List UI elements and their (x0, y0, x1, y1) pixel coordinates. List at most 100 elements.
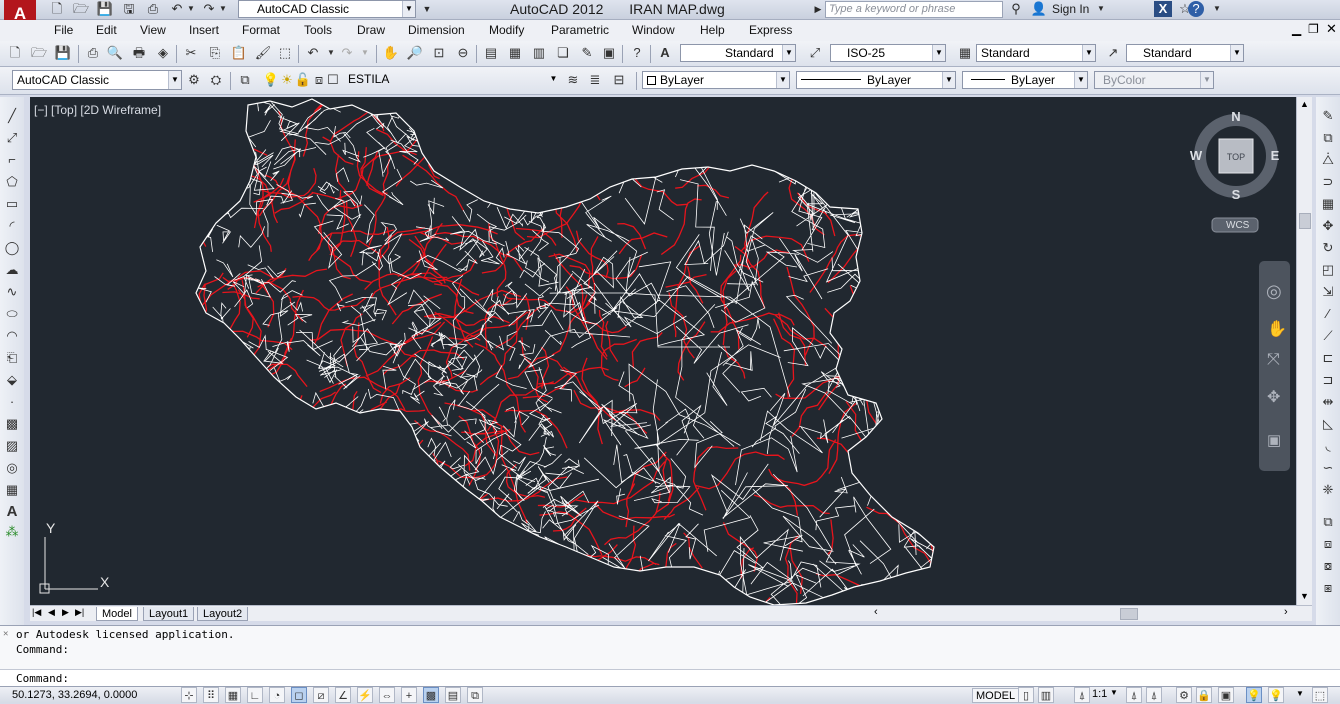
cut-icon[interactable]: ✂ (182, 44, 200, 62)
draw-order-icon[interactable]: ⧉ (1319, 513, 1337, 531)
table-style-select[interactable]: Standard ▼ (976, 44, 1096, 62)
plotstyle-select[interactable]: ByColor ▼ (1094, 71, 1214, 89)
workspaces-select[interactable]: AutoCAD Classic ▼ (12, 70, 182, 90)
trim-icon[interactable]: ⁄ (1319, 305, 1337, 323)
polygon-icon[interactable]: ⬠ (3, 173, 21, 191)
quick-access-menu-icon[interactable]: ▼ (418, 1, 436, 17)
break-at-point-icon[interactable]: ⊏ (1319, 349, 1337, 367)
layer-properties-icon[interactable]: ⧉ (236, 71, 254, 89)
first-tab-icon[interactable]: |◀ (32, 607, 41, 618)
mirror-icon[interactable]: ⧊ (1319, 151, 1337, 169)
viewcube-face-label[interactable]: TOP (1227, 152, 1245, 162)
menu-insert[interactable]: Insert (189, 23, 219, 37)
quick-properties-icon[interactable]: ▤ (445, 687, 461, 703)
text-style-select[interactable]: Standard ▼ (680, 44, 796, 62)
spline-icon[interactable]: ∿ (3, 283, 21, 301)
add-selected-icon[interactable]: ⁂ (3, 523, 21, 541)
vertical-scrollbar[interactable]: ▲ ▼ (1296, 97, 1312, 605)
match-properties-icon[interactable]: 🖌 (254, 44, 272, 62)
menu-modify[interactable]: Modify (489, 23, 524, 37)
explode-icon[interactable]: ❈ (1319, 481, 1337, 499)
move-icon[interactable]: ✥ (1319, 217, 1337, 235)
infer-constraints-icon[interactable]: ⊹ (181, 687, 197, 703)
make-current-layer-icon[interactable]: ≋ (564, 71, 582, 89)
block-editor-icon[interactable]: ⬚ (276, 44, 294, 62)
help-icon[interactable]: ? (628, 44, 646, 62)
join-icon[interactable]: ⇹ (1319, 393, 1337, 411)
sign-in-dropdown-icon[interactable]: ▼ (1092, 1, 1110, 17)
layer-select[interactable]: ESTILA ▼ (332, 71, 560, 89)
save-icon[interactable]: 💾 (96, 1, 114, 17)
status-menu-icon[interactable]: ▼ (1296, 689, 1304, 698)
showmotion-icon[interactable]: ▣ (1267, 431, 1281, 449)
send-back-icon[interactable]: ⧇ (1319, 557, 1337, 575)
annotation-scale-icon[interactable]: ⍋ (1074, 687, 1090, 703)
sign-in-link[interactable]: Sign In (1052, 2, 1089, 16)
cursor-coordinates[interactable]: 50.1273, 33.2694, 0.0000 (12, 689, 137, 701)
region-icon[interactable]: ◎ (3, 459, 21, 477)
blend-curves-icon[interactable]: ∽ (1319, 459, 1337, 477)
line-icon[interactable]: ╱ (3, 107, 21, 125)
menu-dimension[interactable]: Dimension (408, 23, 465, 37)
open-icon[interactable]: 🗁 (30, 44, 48, 62)
sheet-set-icon[interactable]: ❏ (554, 44, 572, 62)
workspace-settings-icon[interactable]: ⚙ (185, 71, 203, 89)
menu-file[interactable]: File (54, 23, 73, 37)
table-icon[interactable]: ▦ (3, 481, 21, 499)
chamfer-icon[interactable]: ◺ (1319, 415, 1337, 433)
redo-dropdown-icon[interactable]: ▼ (214, 1, 232, 17)
menu-format[interactable]: Format (242, 23, 280, 37)
lineweight-select[interactable]: ByLayer ▼ (962, 71, 1088, 89)
fillet-icon[interactable]: ◟ (1319, 437, 1337, 455)
workspace-switching-icon[interactable]: ⚙ (1176, 687, 1192, 703)
array-icon[interactable]: ▦ (1319, 195, 1337, 213)
plot-preview-icon[interactable]: 🔍 (106, 44, 124, 62)
open-file-icon[interactable]: 🗁 (72, 1, 90, 17)
redo-dropdown-icon[interactable]: ▼ (356, 44, 374, 62)
tab-layout1[interactable]: Layout1 (143, 607, 195, 621)
properties-icon[interactable]: ▤ (482, 44, 500, 62)
command-window-grip[interactable]: ✕ (3, 629, 8, 639)
compass-north[interactable]: N (1231, 109, 1240, 124)
bring-above-icon[interactable]: ⧆ (1319, 579, 1337, 597)
prev-tab-icon[interactable]: ◀ (48, 607, 55, 618)
help-dropdown-icon[interactable]: ▼ (1208, 1, 1226, 17)
customize-icon[interactable]: ⛭ (207, 71, 225, 89)
menu-draw[interactable]: Draw (357, 23, 385, 37)
scale-icon[interactable]: ◰ (1319, 261, 1337, 279)
break-icon[interactable]: ⊐ (1319, 371, 1337, 389)
erase-icon[interactable]: ✎ (1319, 107, 1337, 125)
zoom-previous-icon[interactable]: ⊖ (454, 44, 472, 62)
calculator-icon[interactable]: ▣ (600, 44, 618, 62)
restore-icon[interactable]: ❐ (1308, 22, 1322, 36)
save-icon[interactable]: 💾 (54, 44, 72, 62)
compass-west[interactable]: W (1190, 148, 1203, 163)
tab-model[interactable]: Model (96, 607, 138, 621)
paste-icon[interactable]: 📋 (230, 44, 248, 62)
isolate-objects-icon[interactable]: 💡 (1246, 687, 1262, 703)
scroll-up-icon[interactable]: ▲ (1300, 99, 1309, 109)
zoom-realtime-icon[interactable]: 🔎 (406, 44, 424, 62)
copy-icon[interactable]: ⎘ (206, 44, 224, 62)
lock-ui-icon[interactable]: 🔒 (1196, 687, 1212, 703)
table-style-icon[interactable]: ▦ (956, 44, 974, 62)
offset-icon[interactable]: ⊃ (1319, 173, 1337, 191)
3d-object-snap-icon[interactable]: ⧄ (313, 687, 329, 703)
workspace-selector[interactable]: AutoCAD Classic ▼ (238, 0, 416, 18)
dynamic-input-icon[interactable]: ⇔ (379, 687, 395, 703)
quick-view-drawings-icon[interactable]: ▥ (1038, 687, 1054, 703)
scroll-right-icon[interactable]: › (1284, 606, 1288, 618)
mleader-style-select[interactable]: Standard ▼ (1126, 44, 1244, 62)
undo-icon[interactable]: ↶ (304, 44, 322, 62)
insert-block-icon[interactable]: ⎗ (3, 349, 21, 367)
isolate-objects-dropdown-icon[interactable]: 💡 (1268, 687, 1284, 703)
publish-icon[interactable]: 🖶 (130, 44, 148, 62)
circle-icon[interactable]: ◯ (3, 239, 21, 257)
compass-east[interactable]: E (1271, 148, 1280, 163)
undo-dropdown-icon[interactable]: ▼ (182, 1, 200, 17)
stretch-icon[interactable]: ⇲ (1319, 283, 1337, 301)
ellipse-icon[interactable]: ⬭ (3, 305, 21, 323)
close-icon[interactable]: ✕ (1326, 21, 1340, 36)
plot-icon[interactable]: ⎙ (84, 44, 102, 62)
multiline-text-icon[interactable]: A (3, 503, 21, 521)
